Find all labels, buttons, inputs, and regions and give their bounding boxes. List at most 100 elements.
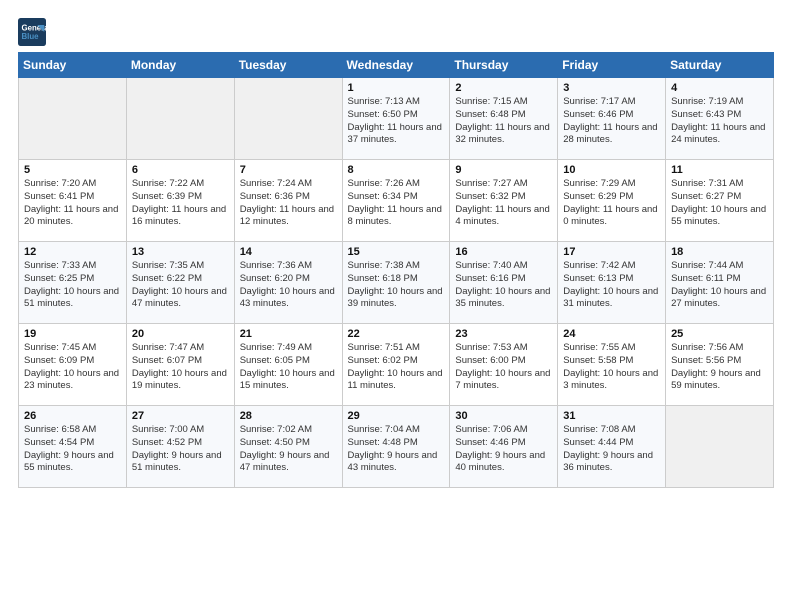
day-number: 27 (132, 410, 229, 422)
calendar-week-1: 1Sunrise: 7:13 AMSunset: 6:50 PMDaylight… (19, 78, 774, 160)
day-number: 18 (671, 246, 768, 258)
cell-info: Sunrise: 7:19 AMSunset: 6:43 PMDaylight:… (671, 96, 768, 147)
days-header-row: SundayMondayTuesdayWednesdayThursdayFrid… (19, 53, 774, 78)
day-number: 3 (563, 82, 660, 94)
day-number: 2 (455, 82, 552, 94)
cell-info: Sunrise: 7:24 AMSunset: 6:36 PMDaylight:… (240, 178, 337, 229)
calendar-week-2: 5Sunrise: 7:20 AMSunset: 6:41 PMDaylight… (19, 160, 774, 242)
calendar-cell: 4 Sunrise: 7:19 AMSunset: 6:43 PMDaylight… (666, 78, 774, 160)
calendar-cell: 1Sunrise: 7:13 AMSunset: 6:50 PMDaylight… (342, 78, 450, 160)
calendar-cell: 22 Sunrise: 7:51 AMSunset: 6:02 PMDayligh… (342, 324, 450, 406)
calendar-cell: 10Sunrise: 7:29 AMSunset: 6:29 PMDayligh… (558, 160, 666, 242)
logo: General Blue (18, 18, 50, 46)
day-number: 1 (348, 82, 445, 94)
cell-info: Sunrise: 7:26 AMSunset: 6:34 PMDaylight:… (348, 178, 445, 229)
page: General Blue SundayMondayTuesdayWednesda… (0, 0, 792, 612)
cell-info: Sunrise: 7:04 AMSunset: 4:48 PMDaylight:… (348, 424, 445, 475)
day-header-sunday: Sunday (19, 53, 127, 78)
cell-info: Sunrise: 6:58 AMSunset: 4:54 PMDaylight:… (24, 424, 121, 475)
day-number: 17 (563, 246, 660, 258)
day-number: 23 (455, 328, 552, 340)
calendar-cell: 7 Sunrise: 7:24 AMSunset: 6:36 PMDaylight… (234, 160, 342, 242)
cell-info: Sunrise: 7:47 AMSunset: 6:07 PMDaylight:… (132, 342, 229, 393)
cell-info: Sunrise: 7:00 AMSunset: 4:52 PMDaylight:… (132, 424, 229, 475)
calendar-cell (666, 406, 774, 488)
calendar-cell (19, 78, 127, 160)
day-number: 11 (671, 164, 768, 176)
cell-info: Sunrise: 7:51 AMSunset: 6:02 PMDaylight:… (348, 342, 445, 393)
day-number: 22 (348, 328, 445, 340)
calendar-week-5: 26Sunrise: 6:58 AMSunset: 4:54 PMDayligh… (19, 406, 774, 488)
day-number: 7 (240, 164, 337, 176)
cell-info: Sunrise: 7:06 AMSunset: 4:46 PMDaylight:… (455, 424, 552, 475)
cell-info: Sunrise: 7:49 AMSunset: 6:05 PMDaylight:… (240, 342, 337, 393)
day-number: 4 (671, 82, 768, 94)
day-number: 20 (132, 328, 229, 340)
cell-info: Sunrise: 7:15 AMSunset: 6:48 PMDaylight:… (455, 96, 552, 147)
cell-info: Sunrise: 7:38 AMSunset: 6:18 PMDaylight:… (348, 260, 445, 311)
cell-info: Sunrise: 7:35 AMSunset: 6:22 PMDaylight:… (132, 260, 229, 311)
calendar-cell: 17 Sunrise: 7:42 AMSunset: 6:13 PMDayligh… (558, 242, 666, 324)
cell-info: Sunrise: 7:29 AMSunset: 6:29 PMDaylight:… (563, 178, 660, 229)
day-number: 29 (348, 410, 445, 422)
calendar-cell (126, 78, 234, 160)
day-number: 25 (671, 328, 768, 340)
calendar-week-3: 12 Sunrise: 7:33 AMSunset: 6:25 PMDayligh… (19, 242, 774, 324)
calendar-cell: 28 Sunrise: 7:02 AMSunset: 4:50 PMDayligh… (234, 406, 342, 488)
cell-info: Sunrise: 7:33 AMSunset: 6:25 PMDaylight:… (24, 260, 121, 311)
day-number: 5 (24, 164, 121, 176)
calendar-cell (234, 78, 342, 160)
calendar-cell: 20 Sunrise: 7:47 AMSunset: 6:07 PMDayligh… (126, 324, 234, 406)
day-number: 6 (132, 164, 229, 176)
cell-info: Sunrise: 7:53 AMSunset: 6:00 PMDaylight:… (455, 342, 552, 393)
calendar-cell: 13 Sunrise: 7:35 AMSunset: 6:22 PMDayligh… (126, 242, 234, 324)
calendar-cell: 15 Sunrise: 7:38 AMSunset: 6:18 PMDayligh… (342, 242, 450, 324)
day-header-monday: Monday (126, 53, 234, 78)
day-header-tuesday: Tuesday (234, 53, 342, 78)
day-header-saturday: Saturday (666, 53, 774, 78)
header: General Blue (18, 18, 774, 46)
cell-info: Sunrise: 7:55 AMSunset: 5:58 PMDaylight:… (563, 342, 660, 393)
calendar-cell: 18 Sunrise: 7:44 AMSunset: 6:11 PMDayligh… (666, 242, 774, 324)
day-number: 24 (563, 328, 660, 340)
cell-info: Sunrise: 7:17 AMSunset: 6:46 PMDaylight:… (563, 96, 660, 147)
day-number: 12 (24, 246, 121, 258)
calendar-cell: 30 Sunrise: 7:06 AMSunset: 4:46 PMDayligh… (450, 406, 558, 488)
day-number: 28 (240, 410, 337, 422)
logo-icon: General Blue (18, 18, 46, 46)
calendar-cell: 3 Sunrise: 7:17 AMSunset: 6:46 PMDaylight… (558, 78, 666, 160)
calendar-table: SundayMondayTuesdayWednesdayThursdayFrid… (18, 52, 774, 488)
calendar-cell: 25 Sunrise: 7:56 AMSunset: 5:56 PMDayligh… (666, 324, 774, 406)
calendar-cell: 11 Sunrise: 7:31 AMSunset: 6:27 PMDayligh… (666, 160, 774, 242)
day-number: 30 (455, 410, 552, 422)
day-number: 14 (240, 246, 337, 258)
calendar-cell: 19Sunrise: 7:45 AMSunset: 6:09 PMDayligh… (19, 324, 127, 406)
calendar-cell: 23 Sunrise: 7:53 AMSunset: 6:00 PMDayligh… (450, 324, 558, 406)
calendar-cell: 6Sunrise: 7:22 AMSunset: 6:39 PMDaylight… (126, 160, 234, 242)
cell-info: Sunrise: 7:40 AMSunset: 6:16 PMDaylight:… (455, 260, 552, 311)
day-number: 8 (348, 164, 445, 176)
day-number: 16 (455, 246, 552, 258)
day-number: 13 (132, 246, 229, 258)
day-number: 31 (563, 410, 660, 422)
svg-text:Blue: Blue (22, 32, 40, 41)
cell-info: Sunrise: 7:08 AMSunset: 4:44 PMDaylight:… (563, 424, 660, 475)
calendar-cell: 14Sunrise: 7:36 AMSunset: 6:20 PMDayligh… (234, 242, 342, 324)
calendar-cell: 12 Sunrise: 7:33 AMSunset: 6:25 PMDayligh… (19, 242, 127, 324)
cell-info: Sunrise: 7:31 AMSunset: 6:27 PMDaylight:… (671, 178, 768, 229)
cell-info: Sunrise: 7:02 AMSunset: 4:50 PMDaylight:… (240, 424, 337, 475)
cell-info: Sunrise: 7:42 AMSunset: 6:13 PMDaylight:… (563, 260, 660, 311)
calendar-cell: 2 Sunrise: 7:15 AMSunset: 6:48 PMDaylight… (450, 78, 558, 160)
cell-info: Sunrise: 7:44 AMSunset: 6:11 PMDaylight:… (671, 260, 768, 311)
calendar-cell: 16 Sunrise: 7:40 AMSunset: 6:16 PMDayligh… (450, 242, 558, 324)
day-number: 15 (348, 246, 445, 258)
day-header-thursday: Thursday (450, 53, 558, 78)
cell-info: Sunrise: 7:45 AMSunset: 6:09 PMDaylight:… (24, 342, 121, 393)
cell-info: Sunrise: 7:56 AMSunset: 5:56 PMDaylight:… (671, 342, 768, 393)
calendar-cell: 26Sunrise: 6:58 AMSunset: 4:54 PMDayligh… (19, 406, 127, 488)
day-number: 9 (455, 164, 552, 176)
calendar-cell: 5Sunrise: 7:20 AMSunset: 6:41 PMDaylight… (19, 160, 127, 242)
calendar-cell: 8 Sunrise: 7:26 AMSunset: 6:34 PMDaylight… (342, 160, 450, 242)
cell-info: Sunrise: 7:27 AMSunset: 6:32 PMDaylight:… (455, 178, 552, 229)
calendar-cell: 9 Sunrise: 7:27 AMSunset: 6:32 PMDaylight… (450, 160, 558, 242)
